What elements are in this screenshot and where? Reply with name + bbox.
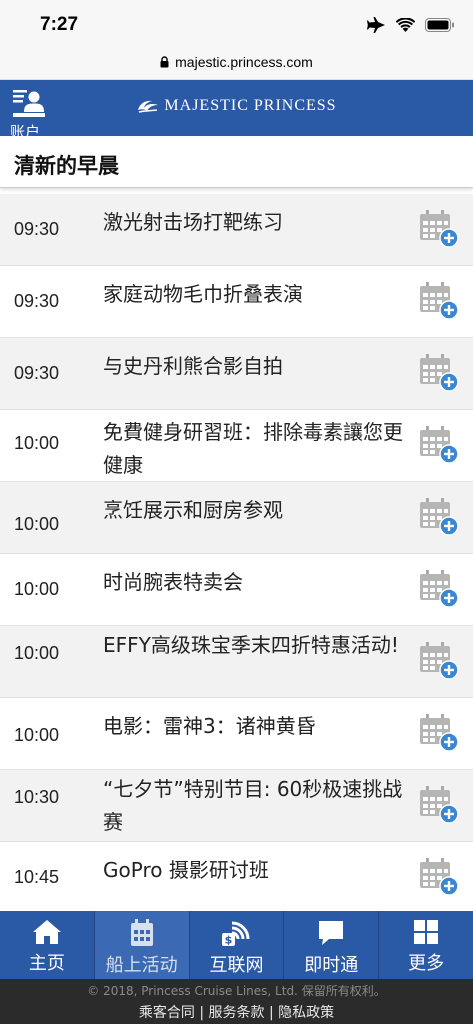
svg-text:$: $ [225,934,233,947]
chat-icon [319,921,344,945]
account-icon [13,90,45,117]
event-time: 10:00 [14,579,60,599]
url-text: majestic.princess.com [175,53,313,70]
logo: MAJESTIC PRINCESS [136,97,336,115]
status-icons [366,17,455,33]
event-row[interactable]: 10:00 免費健身研習班：排除毒素讓您更健康 [0,410,473,482]
grid-icon [414,920,439,944]
add-to-calendar-icon[interactable] [419,712,459,752]
event-time: 09:30 [14,363,60,383]
footer: © 2018, Princess Cruise Lines, Ltd. 保留所有… [0,979,473,1024]
event-time: 09:30 [14,291,60,311]
add-to-calendar-icon[interactable] [419,280,459,320]
add-to-calendar-icon[interactable] [419,640,459,680]
event-time: 10:00 [14,514,60,534]
add-to-calendar-icon[interactable] [419,496,459,536]
event-name: 时尚腕表特卖会 [103,570,243,594]
event-time: 10:30 [14,787,60,807]
event-row[interactable]: 10:30 “七夕节”特别节目: 60秒极速挑战赛 [0,770,473,842]
event-row[interactable]: 10:00 时尚腕表特卖会 [0,554,473,626]
add-to-calendar-icon[interactable] [419,856,459,896]
event-name: GoPro 摄影研讨班 [103,858,269,882]
nav-home[interactable]: 主页 [0,911,95,979]
status-bar: 7:27 [0,0,473,44]
section-header: 清新的早晨 [0,136,473,188]
event-row[interactable]: 09:30 激光射击场打靶练习 [0,194,473,266]
section-title: 清新的早晨 [14,154,119,178]
event-name: 家庭动物毛巾折叠表演 [103,282,303,306]
nav-chat[interactable]: 即时通 [284,911,380,979]
event-row[interactable]: 10:00 烹饪展示和厨房参观 [0,482,473,554]
lock-icon [160,55,169,67]
event-name: EFFY高级珠宝季末四折特惠活动! [103,633,399,657]
event-name: 与史丹利熊合影自拍 [103,354,283,378]
account-button[interactable]: 账户 [10,88,50,141]
event-time: 09:30 [14,219,60,239]
event-row[interactable]: 10:00 EFFY高级珠宝季末四折特惠活动! [0,626,473,698]
nav-label: 更多 [408,953,445,974]
bottom-nav: 主页 船上活动 $ 互联网 即时通 更多 [0,911,473,979]
address-bar[interactable]: majestic.princess.com [0,44,473,80]
event-name: “七夕节”特别节目: 60秒极速挑战赛 [103,777,403,834]
logo-text: MAJESTIC PRINCESS [164,97,337,114]
nav-label: 即时通 [304,955,359,976]
nav-internet[interactable]: $ 互联网 [190,911,285,979]
event-row[interactable]: 10:00 电影：雷神3：诸神黄昏 [0,698,473,770]
footer-copyright: © 2018, Princess Cruise Lines, Ltd. 保留所有… [87,984,386,998]
airplane-icon [367,17,385,33]
app-header: 账户 MAJESTIC PRINCESS [0,80,473,141]
event-time: 10:00 [14,725,60,745]
event-name: 烹饪展示和厨房参观 [103,498,283,522]
event-time: 10:00 [14,643,60,663]
event-row[interactable]: 09:30 家庭动物毛巾折叠表演 [0,266,473,338]
event-row[interactable]: 10:45 GoPro 摄影研讨班 [0,842,473,913]
event-time: 10:45 [14,867,60,887]
wifi-dollar-icon: $ [222,921,250,947]
add-to-calendar-icon[interactable] [419,424,459,464]
calendar-icon [130,919,153,946]
status-time: 7:27 [40,14,79,35]
event-name: 激光射击场打靶练习 [103,210,283,234]
nav-label: 船上活动 [105,955,178,976]
add-to-calendar-icon[interactable] [419,568,459,608]
wifi-icon [396,18,415,32]
home-icon [32,920,61,944]
event-list: 09:30 激光射击场打靶练习 09:30 家庭动物毛巾折叠表演 09:30 与… [0,194,473,913]
battery-icon [425,18,454,32]
footer-links[interactable]: 乘客合同 | 服务条款 | 隐私政策 [0,1002,473,1022]
event-name: 免費健身研習班：排除毒素讓您更健康 [103,420,403,477]
add-to-calendar-icon[interactable] [419,208,459,248]
event-time: 10:00 [14,433,60,453]
add-to-calendar-icon[interactable] [419,352,459,392]
event-name: 电影：雷神3：诸神黄昏 [103,714,316,738]
nav-label: 主页 [28,953,65,974]
nav-more[interactable]: 更多 [379,911,473,979]
event-row[interactable]: 09:30 与史丹利熊合影自拍 [0,338,473,410]
sea-witch-logo-icon [137,100,158,113]
add-to-calendar-icon[interactable] [419,784,459,824]
nav-activities[interactable]: 船上活动 [94,911,190,979]
nav-label: 互联网 [209,955,264,976]
